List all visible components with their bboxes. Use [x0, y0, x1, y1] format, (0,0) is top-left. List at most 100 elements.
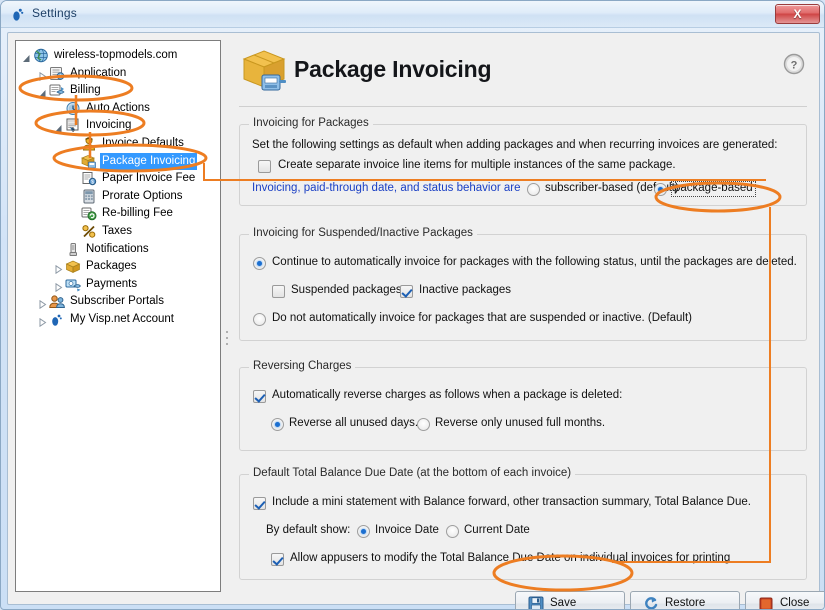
visp-foot-icon: [10, 6, 26, 22]
allow-modify-due-date-label: Allow appusers to modify the Total Balan…: [290, 552, 731, 564]
allow-modify-due-date-checkbox[interactable]: [271, 553, 284, 566]
person-gold-icon: [81, 136, 97, 151]
reverse-full-months-radio[interactable]: [417, 418, 430, 431]
chevron-right-icon[interactable]: [54, 263, 63, 275]
tree-item-auto-actions[interactable]: Auto Actions: [54, 100, 216, 117]
tree-item-invoicing[interactable]: $ Invoicing: [54, 117, 216, 134]
tree-item-package-invoicing[interactable]: Package Invoicing: [70, 152, 216, 170]
settings-window: Settings X wireless-topmodels.com Applica…: [0, 0, 825, 610]
close-button[interactable]: Close: [745, 591, 824, 609]
by-default-show-label: By default show:: [266, 524, 351, 536]
reverse-full-months-label: Reverse only unused full months.: [435, 417, 606, 429]
tree-item-wireless-topmodels-com[interactable]: wireless-topmodels.com: [22, 47, 216, 64]
chevron-right-icon[interactable]: [38, 316, 47, 328]
reverse-all-unused-days-radio[interactable]: [271, 418, 284, 431]
invoice-icon: $: [65, 118, 81, 134]
subscriber-based-radio[interactable]: [527, 183, 540, 196]
floppy-disk-icon: [528, 596, 544, 609]
tree-item-paper-invoice-fee[interactable]: $ Paper Invoice Fee: [70, 170, 216, 187]
tree-item-label: Invoice Defaults: [102, 137, 184, 149]
tree-item-label: Auto Actions: [86, 101, 150, 114]
help-question-icon[interactable]: ?: [783, 53, 805, 75]
window-close-button[interactable]: X: [775, 4, 820, 24]
suspended-packages-label: Suspended packages: [291, 284, 402, 296]
continue-invoicing-label: Continue to automatically invoice for pa…: [272, 256, 797, 268]
tree-item-label: Payments: [86, 277, 138, 290]
header-divider: [239, 106, 807, 107]
suspended-packages-checkbox[interactable]: [272, 285, 285, 298]
globe-icon: [33, 48, 49, 63]
payments-icon: [65, 277, 82, 292]
subscribers-icon: [49, 294, 65, 309]
tree-item-label: Application: [70, 66, 127, 79]
percent-icon: [81, 224, 97, 239]
invoicing-intro-text: Set the following settings as default wh…: [252, 139, 778, 151]
rebilling-icon: [81, 206, 97, 221]
client-area: wireless-topmodels.com Application Billing…: [7, 32, 824, 609]
invoice-date-radio[interactable]: [357, 525, 370, 538]
tree-item-my-visp-net-account[interactable]: My Visp.net Account: [38, 311, 216, 328]
auto-reverse-charges-checkbox[interactable]: [253, 390, 266, 403]
inactive-packages-checkbox[interactable]: [400, 285, 413, 298]
tree-item-notifications[interactable]: Notifications: [54, 241, 216, 258]
chevron-down-icon[interactable]: [38, 87, 47, 98]
create-separate-line-items-checkbox[interactable]: [258, 160, 271, 173]
window-title: Settings: [32, 6, 77, 20]
create-separate-line-items-label: Create separate invoice line items for m…: [278, 159, 676, 171]
package-invoice-icon: [81, 154, 97, 169]
chevron-right-icon[interactable]: [38, 298, 47, 310]
packages-icon: [65, 259, 81, 274]
inactive-packages-label: Inactive packages: [419, 284, 512, 296]
application-icon: [49, 66, 65, 81]
restore-arrow-icon: [643, 596, 659, 609]
tree-item-payments[interactable]: Payments: [54, 276, 216, 293]
package-based-radio[interactable]: [654, 183, 667, 196]
tree-item-prorate-options[interactable]: Prorate Options: [70, 188, 216, 205]
tree-item-packages[interactable]: Packages: [54, 258, 216, 275]
settings-tree[interactable]: wireless-topmodels.com Application Billing…: [15, 40, 221, 592]
page-header: Package Invoicing ?: [232, 40, 814, 105]
continue-invoicing-radio[interactable]: [253, 257, 266, 270]
mini-statement-label: Include a mini statement with Balance fo…: [272, 496, 751, 508]
splitter-handle[interactable]: [226, 331, 230, 353]
content-pane: Package Invoicing ? Invoicing for Packag…: [232, 40, 824, 609]
tree-item-label: Subscriber Portals: [70, 295, 164, 308]
tree-item-label: Paper Invoice Fee: [102, 172, 196, 185]
tree-item-taxes[interactable]: Taxes: [70, 223, 216, 240]
group-title-suspended-inactive: Invoicing for Suspended/Inactive Package…: [249, 227, 477, 239]
chevron-right-icon[interactable]: [54, 281, 63, 292]
tree-item-billing[interactable]: Billing: [38, 82, 216, 99]
tree-item-label: Notifications: [86, 242, 149, 255]
notification-icon: [65, 242, 81, 257]
group-title-invoicing-for-packages: Invoicing for Packages: [249, 117, 373, 129]
tree-item-application[interactable]: Application: [38, 65, 216, 82]
visp-foot-icon: [49, 312, 65, 327]
mini-statement-checkbox[interactable]: [253, 497, 266, 510]
group-title-balance-due-date: Default Total Balance Due Date (at the b…: [249, 467, 576, 479]
tree-item-subscriber-portals[interactable]: Subscriber Portals: [38, 293, 216, 310]
tree-item-label: wireless-topmodels.com: [54, 49, 178, 61]
stop-invoicing-label: Do not automatically invoice for package…: [272, 312, 692, 324]
tree-item-label: Billing: [70, 84, 101, 97]
restore-button[interactable]: Restore: [630, 591, 740, 609]
clock-icon: [65, 101, 81, 116]
tree-item-label: Taxes: [102, 225, 133, 237]
group-invoicing-for-packages: Invoicing for Packages Set the following…: [239, 117, 807, 206]
group-reversing-charges: Reversing Charges Automatically reverse …: [239, 360, 807, 451]
behavior-label: Invoicing, paid-through date, and status…: [252, 182, 521, 194]
chevron-down-icon[interactable]: [22, 52, 31, 62]
group-suspended-inactive: Invoicing for Suspended/Inactive Package…: [239, 227, 807, 341]
stop-invoicing-radio[interactable]: [253, 313, 266, 326]
tree-item-label: My Visp.net Account: [70, 313, 174, 325]
close-button-label: Close: [780, 597, 810, 609]
current-date-radio[interactable]: [446, 525, 459, 538]
chevron-down-icon[interactable]: [54, 122, 63, 133]
prorate-icon: [81, 189, 97, 204]
save-button[interactable]: Save: [515, 591, 625, 609]
auto-reverse-charges-label: Automatically reverse charges as follows…: [272, 389, 623, 401]
tree-item-re-billing-fee[interactable]: Re-billing Fee: [70, 205, 216, 222]
chevron-right-icon[interactable]: [38, 70, 47, 81]
invoice-date-label: Invoice Date: [375, 524, 439, 536]
reverse-all-unused-days-label: Reverse all unused days.: [289, 417, 419, 429]
tree-item-invoice-defaults[interactable]: Invoice Defaults: [70, 135, 216, 152]
